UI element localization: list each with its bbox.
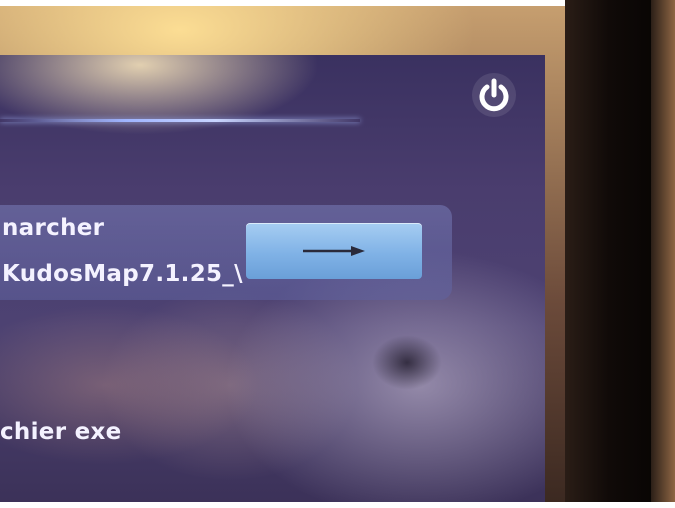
image-border-bottom bbox=[0, 502, 675, 508]
device-screen: narcher KudosMap7.1.25_\ chier exe bbox=[0, 55, 545, 508]
launch-panel: narcher KudosMap7.1.25_\ bbox=[0, 205, 452, 300]
photo-frame: narcher KudosMap7.1.25_\ chier exe bbox=[0, 0, 675, 508]
file-type-label: chier exe bbox=[0, 419, 122, 445]
screen-glare bbox=[0, 55, 320, 135]
arrow-right-icon bbox=[303, 246, 365, 256]
power-icon bbox=[479, 78, 509, 112]
launch-button[interactable] bbox=[246, 223, 422, 279]
screen-smudge bbox=[372, 335, 442, 390]
power-button[interactable] bbox=[472, 73, 516, 117]
panel-title: narcher bbox=[2, 215, 105, 241]
executable-path-value: KudosMap7.1.25_\ bbox=[2, 261, 243, 287]
header-divider-line bbox=[0, 119, 360, 122]
device-bezel-edge bbox=[651, 0, 675, 508]
device-bezel bbox=[565, 0, 675, 508]
